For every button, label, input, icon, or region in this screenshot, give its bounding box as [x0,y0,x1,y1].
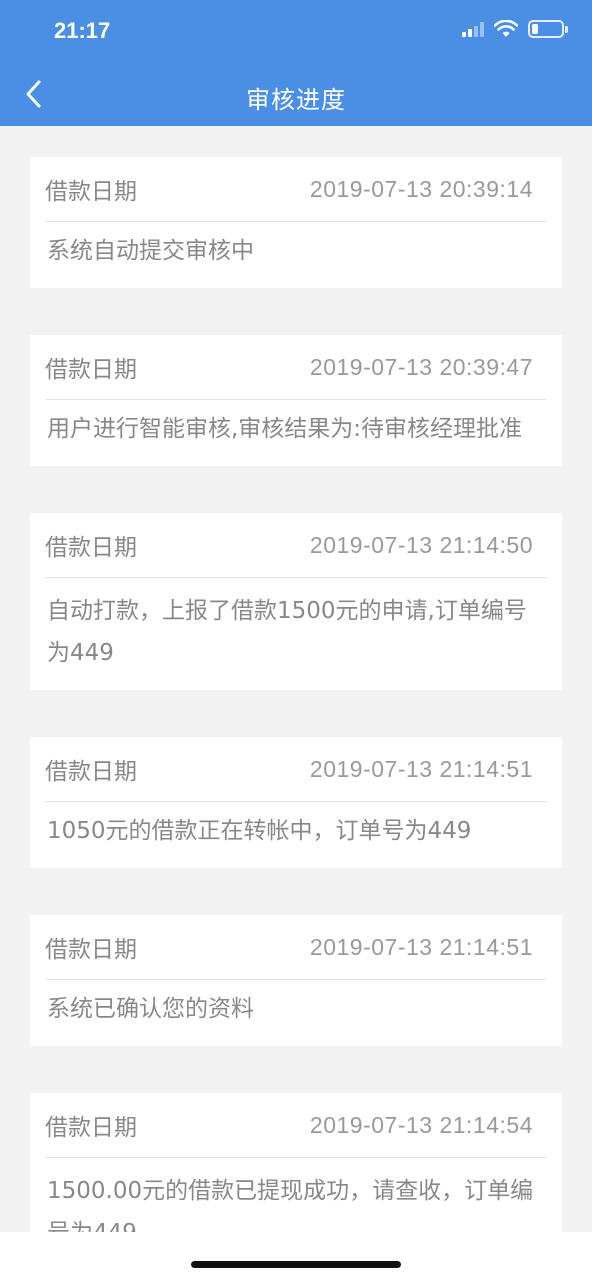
date-value: 2019-07-13 21:14:54 [309,1111,533,1138]
card-message: 系统已确认您的资料 [47,996,254,1022]
date-label: 借款日期 [45,179,137,205]
wifi-icon [494,20,518,37]
card-message: 1050元的借款正在转帐中，订单号为449 [47,818,472,844]
progress-list: 借款日期 2019-07-13 20:39:14 系统自动提交审核中 借款日期 … [30,157,562,1280]
date-value: 2019-07-13 20:39:47 [309,353,533,380]
progress-card: 借款日期 2019-07-13 21:14:50 自动打款，上报了借款1500元… [30,513,562,690]
card-header: 借款日期 2019-07-13 21:14:51 [45,915,547,980]
date-label: 借款日期 [45,937,137,963]
date-label: 借款日期 [45,1115,137,1141]
card-header: 借款日期 2019-07-13 20:39:47 [45,335,547,400]
status-icons [462,20,568,38]
card-header: 借款日期 2019-07-13 20:39:14 [45,157,547,222]
progress-card: 借款日期 2019-07-13 20:39:47 用户进行智能审核,审核结果为:… [30,335,562,466]
card-header: 借款日期 2019-07-13 21:14:51 [45,737,547,802]
page-title: 审核进度 [246,86,346,114]
card-message: 用户进行智能审核,审核结果为:待审核经理批准 [47,416,523,442]
card-message: 自动打款，上报了借款1500元的申请,订单编号为449 [47,598,527,666]
date-value: 2019-07-13 21:14:51 [309,755,533,782]
card-message: 系统自动提交审核中 [47,238,254,264]
progress-card: 借款日期 2019-07-13 20:39:14 系统自动提交审核中 [30,157,562,288]
date-label: 借款日期 [45,535,137,561]
cellular-signal-icon [462,21,484,37]
status-time: 21:17 [54,18,111,43]
date-label: 借款日期 [45,759,137,785]
progress-card: 借款日期 2019-07-13 21:14:51 1050元的借款正在转帐中，订… [30,737,562,868]
date-value: 2019-07-13 21:14:50 [309,531,533,558]
home-indicator[interactable] [191,1261,401,1268]
nav-bar: 审核进度 [0,62,592,126]
progress-card: 借款日期 2019-07-13 21:14:51 系统已确认您的资料 [30,915,562,1046]
bottom-safe-area [0,1232,592,1280]
card-header: 借款日期 2019-07-13 21:14:54 [45,1093,547,1158]
date-label: 借款日期 [45,357,137,383]
card-header: 借款日期 2019-07-13 21:14:50 [45,513,547,578]
date-value: 2019-07-13 20:39:14 [309,175,533,202]
status-bar: 21:17 [0,0,592,62]
date-value: 2019-07-13 21:14:51 [309,933,533,960]
battery-icon [528,20,568,38]
